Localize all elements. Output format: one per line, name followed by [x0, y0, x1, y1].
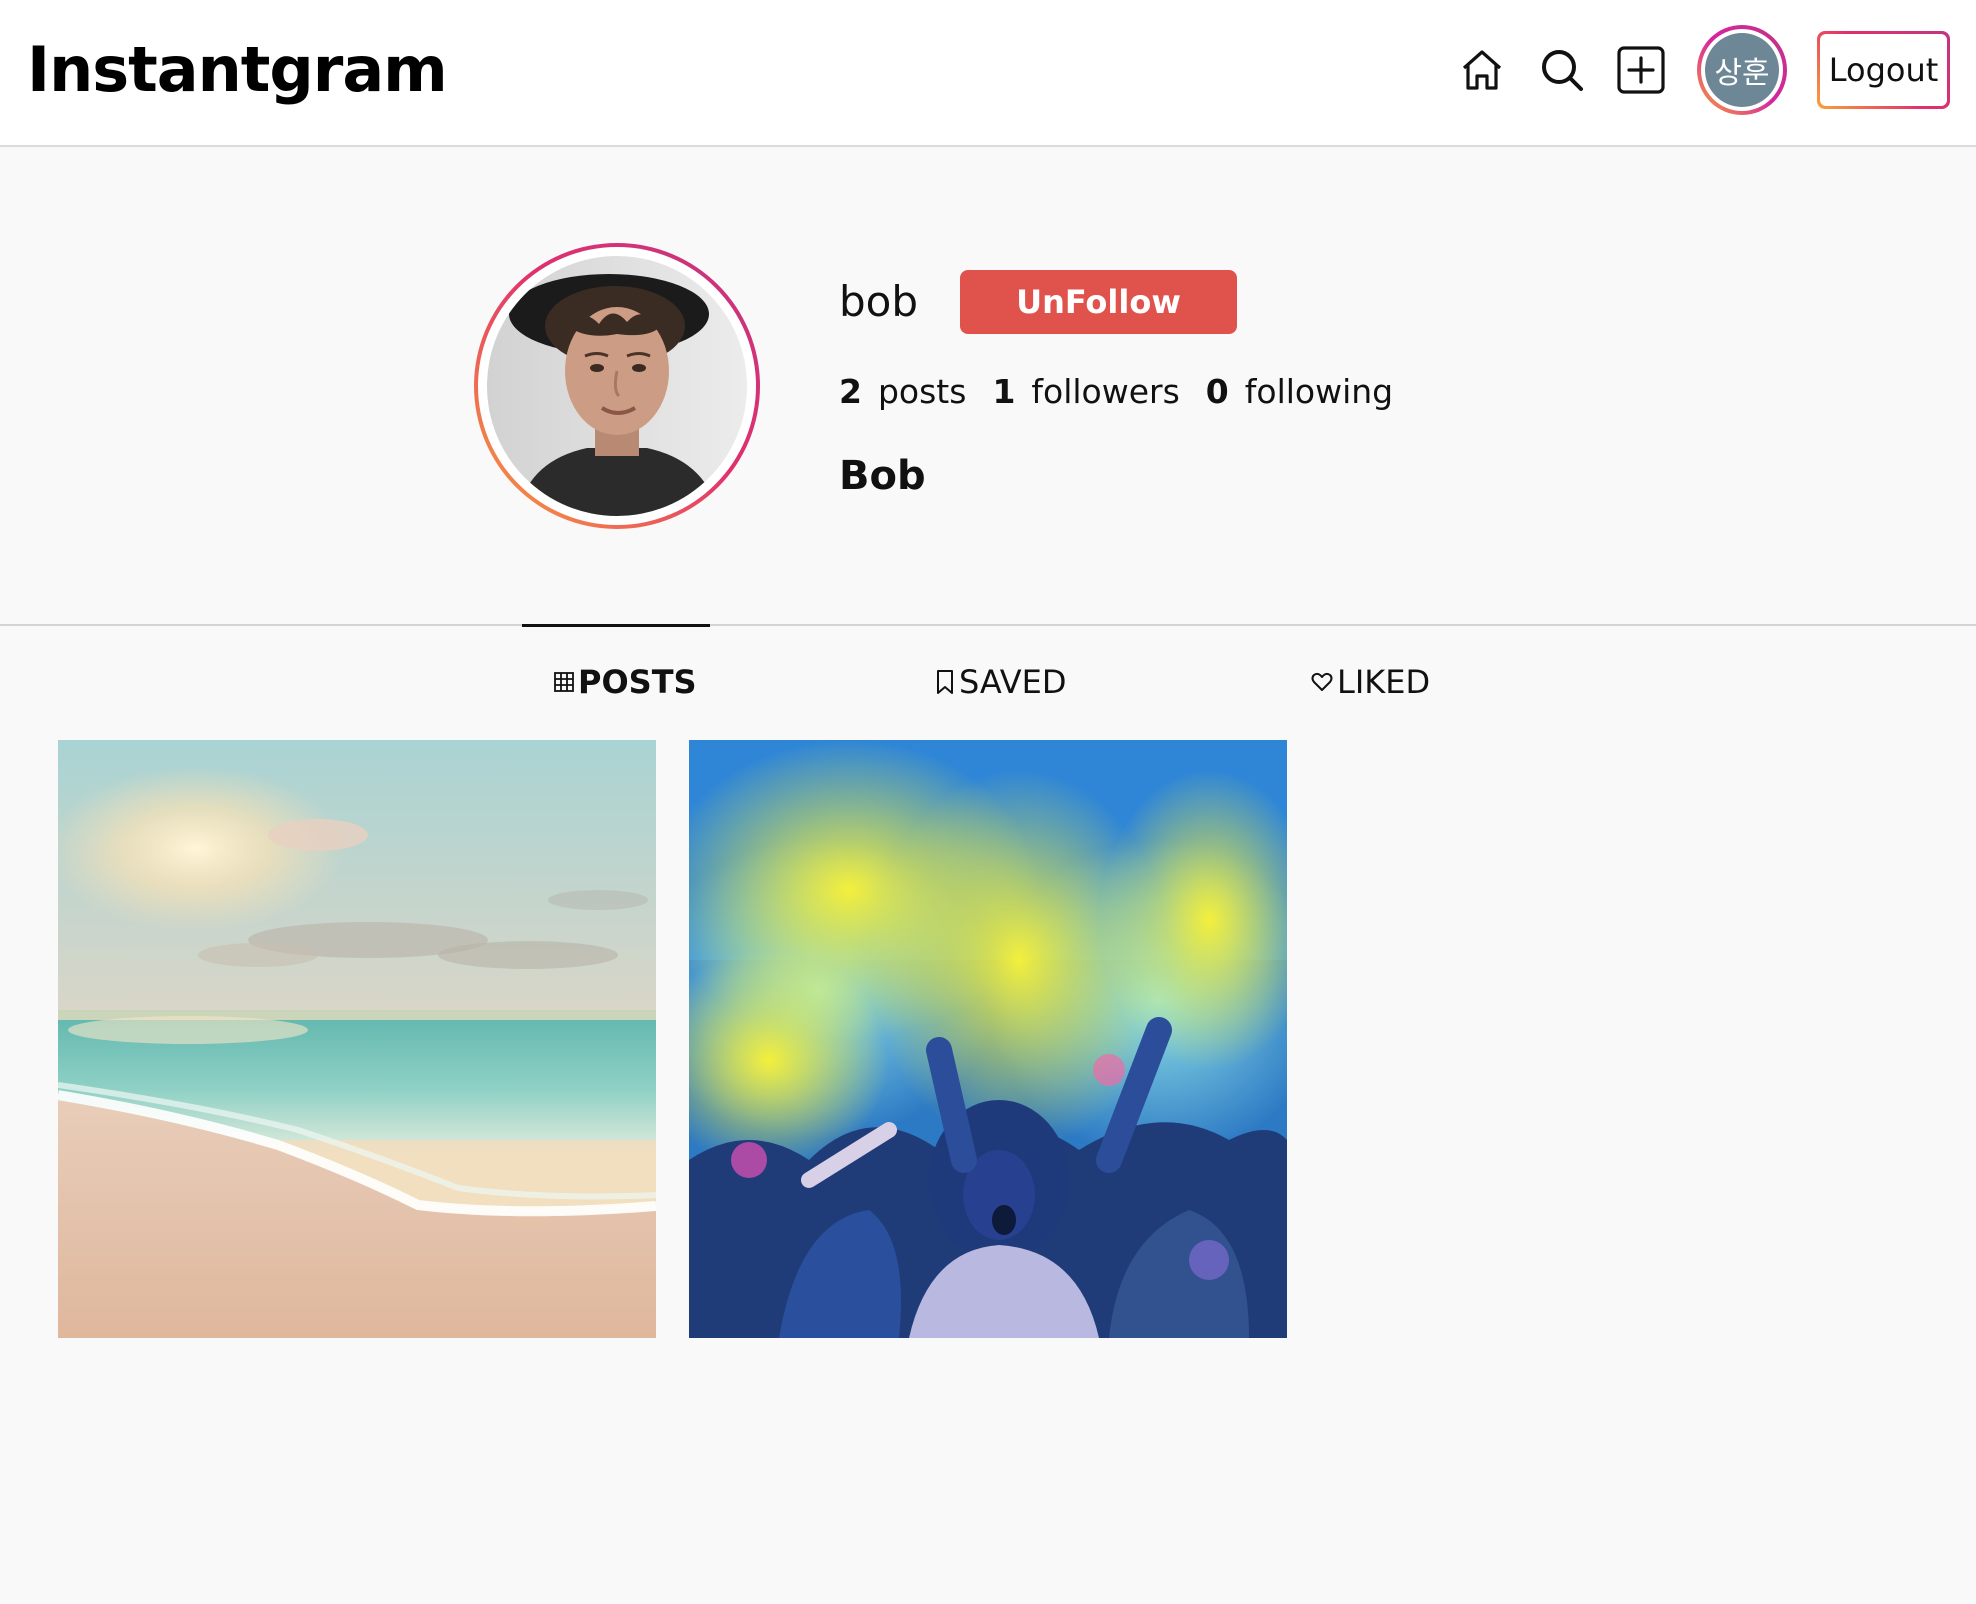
followers-count[interactable]: 1 followers [992, 370, 1179, 414]
profile-photo [487, 256, 747, 516]
tab-saved[interactable]: SAVED [935, 660, 1067, 704]
tabs-divider [0, 624, 1976, 626]
posts-count: 2 posts [839, 370, 966, 414]
profile-username: bob [839, 277, 919, 326]
unfollow-button[interactable]: UnFollow [960, 270, 1237, 334]
search-icon[interactable] [1534, 42, 1590, 98]
user-avatar-button[interactable]: 상훈 [1697, 25, 1787, 115]
followers-count-value: 1 [992, 372, 1016, 411]
logout-label: Logout [1820, 34, 1947, 106]
profile-photo-image [487, 256, 747, 516]
tab-liked-label: LIKED [1337, 663, 1431, 701]
profile-full-name: Bob [839, 453, 926, 499]
following-count[interactable]: 0 following [1206, 370, 1393, 414]
post-thumbnail-beach[interactable] [58, 740, 656, 1338]
bookmark-icon [937, 670, 953, 694]
tab-saved-label: SAVED [959, 663, 1067, 701]
app-logo[interactable]: Instantgram [27, 30, 448, 110]
beach-sunset-image [58, 740, 656, 1338]
following-count-value: 0 [1205, 372, 1229, 411]
heart-icon [1311, 672, 1333, 691]
grid-icon [554, 672, 574, 692]
avatar-border: 상훈 [1701, 29, 1783, 111]
tab-posts[interactable]: POSTS [554, 660, 697, 704]
top-navigation-bar: Instantgram 상훈 Logout [0, 0, 1976, 147]
profile-stats: 2 posts 1 followers 0 following [839, 370, 1419, 414]
active-tab-indicator [522, 624, 710, 627]
add-post-icon[interactable] [1613, 42, 1669, 98]
avatar: 상훈 [1705, 33, 1779, 107]
tab-liked[interactable]: LIKED [1311, 660, 1430, 704]
home-icon[interactable] [1454, 42, 1510, 98]
tab-posts-label: POSTS [578, 663, 697, 701]
logout-button[interactable]: Logout [1817, 31, 1950, 109]
posts-count-label: posts [877, 372, 967, 411]
followers-count-label: followers [1031, 372, 1180, 411]
following-count-label: following [1244, 372, 1394, 411]
profile-avatar [474, 243, 760, 529]
profile-avatar-border [478, 247, 756, 525]
posts-count-value: 2 [839, 372, 862, 411]
color-festival-image [689, 740, 1287, 1338]
post-thumbnail-color-festival[interactable] [689, 740, 1287, 1338]
